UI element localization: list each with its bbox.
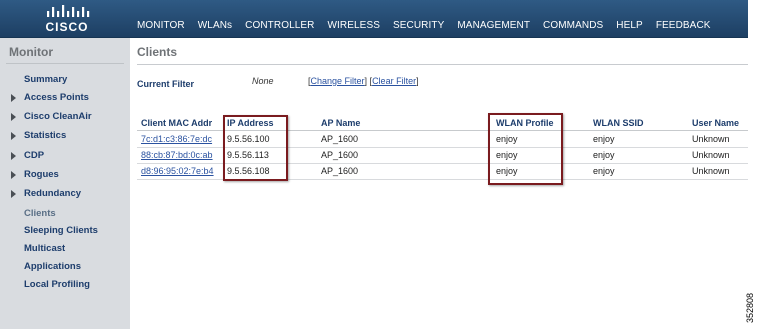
expand-arrow-icon[interactable] bbox=[11, 94, 16, 102]
nav-security[interactable]: SECURITY bbox=[393, 20, 444, 31]
expand-arrow-icon[interactable] bbox=[11, 171, 16, 179]
client-mac-link[interactable]: d8:96:95:02:7e:b4 bbox=[141, 166, 214, 176]
sidebar-item-local-profiling[interactable]: Local Profiling bbox=[24, 279, 90, 290]
sidebar-item-clients[interactable]: Clients bbox=[24, 208, 56, 219]
ip-address-highlight-box bbox=[223, 115, 288, 181]
change-filter-link[interactable]: Change Filter bbox=[311, 76, 365, 86]
client-mac-link[interactable]: 7c:d1:c3:86:7e:dc bbox=[141, 134, 212, 144]
expand-arrow-icon[interactable] bbox=[11, 190, 16, 198]
ap-name-cell: AP_1600 bbox=[321, 166, 359, 176]
sidebar-item-applications[interactable]: Applications bbox=[24, 261, 81, 272]
app-window: CISCO MONITOR WLANs CONTROLLER WIRELESS … bbox=[0, 0, 748, 329]
column-header-user-name[interactable]: User Name bbox=[692, 118, 739, 128]
sidebar-divider bbox=[6, 63, 124, 64]
cisco-logo: CISCO bbox=[38, 4, 96, 34]
user-name-cell: Unknown bbox=[692, 150, 730, 160]
sidebar-title: Monitor bbox=[9, 45, 53, 59]
user-name-cell: Unknown bbox=[692, 134, 730, 144]
title-divider bbox=[137, 64, 748, 65]
page-title: Clients bbox=[137, 45, 178, 59]
ap-name-cell: AP_1600 bbox=[321, 150, 359, 160]
nav-controller[interactable]: CONTROLLER bbox=[245, 20, 314, 31]
wlan-ssid-cell: enjoy bbox=[593, 134, 615, 144]
current-filter-label: Current Filter bbox=[137, 79, 195, 89]
sidebar-item-sleeping-clients[interactable]: Sleeping Clients bbox=[24, 225, 98, 236]
wlan-profile-highlight-box bbox=[488, 113, 563, 185]
nav-commands[interactable]: COMMANDS bbox=[543, 20, 603, 31]
expand-arrow-icon[interactable] bbox=[11, 113, 16, 121]
sidebar-item-cisco-cleanair[interactable]: Cisco CleanAir bbox=[24, 111, 92, 122]
nav-monitor[interactable]: MONITOR bbox=[137, 20, 185, 31]
sidebar-item-redundancy[interactable]: Redundancy bbox=[24, 188, 81, 199]
cisco-bridge-icon bbox=[47, 5, 90, 17]
column-header-client-mac[interactable]: Client MAC Addr bbox=[141, 118, 212, 128]
main-content: Clients Current Filter None [Change Filt… bbox=[130, 38, 748, 329]
column-header-wlan-ssid[interactable]: WLAN SSID bbox=[593, 118, 644, 128]
ap-name-cell: AP_1600 bbox=[321, 134, 359, 144]
logo-text: CISCO bbox=[45, 20, 89, 34]
figure-code-text: 352808 bbox=[745, 292, 756, 324]
top-nav: MONITOR WLANs CONTROLLER WIRELESS SECURI… bbox=[137, 20, 711, 31]
sidebar-item-summary[interactable]: Summary bbox=[24, 74, 67, 85]
sidebar-item-rogues[interactable]: Rogues bbox=[24, 169, 59, 180]
bracket-separator: ] [ bbox=[364, 76, 373, 86]
clear-filter-link[interactable]: Clear Filter bbox=[372, 76, 416, 86]
bracket-close: ] bbox=[416, 76, 419, 86]
sidebar-item-statistics[interactable]: Statistics bbox=[24, 130, 66, 141]
expand-arrow-icon[interactable] bbox=[11, 132, 16, 140]
expand-arrow-icon[interactable] bbox=[11, 152, 16, 160]
nav-wireless[interactable]: WIRELESS bbox=[328, 20, 380, 31]
wlan-ssid-cell: enjoy bbox=[593, 166, 615, 176]
column-header-ap-name[interactable]: AP Name bbox=[321, 118, 360, 128]
nav-wlans[interactable]: WLANs bbox=[198, 20, 232, 31]
user-name-cell: Unknown bbox=[692, 166, 730, 176]
figure-code: 352808 bbox=[745, 287, 761, 327]
nav-feedback[interactable]: FEEDBACK bbox=[656, 20, 711, 31]
sidebar-item-access-points[interactable]: Access Points bbox=[24, 92, 89, 103]
sidebar-item-multicast[interactable]: Multicast bbox=[24, 243, 65, 254]
nav-help[interactable]: HELP bbox=[616, 20, 643, 31]
top-header: CISCO MONITOR WLANs CONTROLLER WIRELESS … bbox=[0, 0, 748, 38]
filter-links: [Change Filter] [Clear Filter] bbox=[308, 76, 419, 86]
wlan-ssid-cell: enjoy bbox=[593, 150, 615, 160]
nav-management[interactable]: MANAGEMENT bbox=[457, 20, 530, 31]
sidebar-item-cdp[interactable]: CDP bbox=[24, 150, 44, 161]
client-mac-link[interactable]: 88:cb:87:bd:0c:ab bbox=[141, 150, 213, 160]
sidebar: Monitor Summary Access Points Cisco Clea… bbox=[0, 38, 130, 329]
current-filter-value: None bbox=[252, 76, 274, 86]
